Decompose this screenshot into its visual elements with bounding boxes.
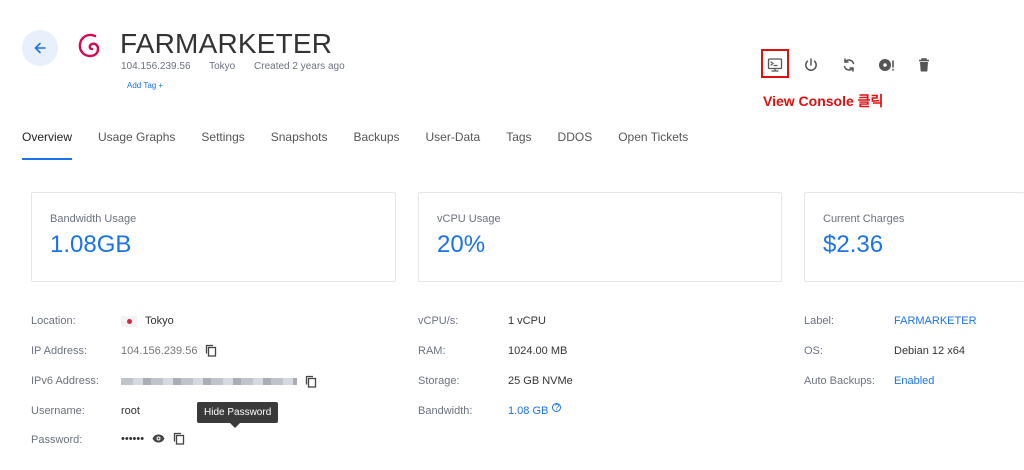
detail-value: 1.08 GB ? (508, 402, 565, 417)
back-arrow-icon (34, 42, 46, 54)
server-title: FARMARKETER (120, 28, 333, 59)
tab-settings[interactable]: Settings (201, 130, 244, 160)
detail-label: Username: (31, 405, 85, 417)
detail-label: IPv6 Address: (31, 375, 99, 387)
os-value: Debian 12 x64 (894, 345, 965, 357)
password-value: •••••• (121, 432, 145, 445)
label-value-link[interactable]: FARMARKETER (894, 315, 977, 327)
tab-overview[interactable]: Overview (22, 130, 73, 160)
power-button[interactable] (798, 52, 824, 78)
reinstall-icon (879, 59, 894, 71)
japan-flag-icon (121, 315, 137, 327)
tab-tags[interactable]: Tags (506, 130, 531, 160)
back-button[interactable] (22, 30, 58, 66)
tab-bar: Overview Usage Graphs Settings Snapshots… (22, 130, 714, 160)
location-value: Tokyo (145, 315, 174, 327)
detail-label: IP Address: (31, 345, 88, 357)
restart-icon (843, 58, 855, 72)
console-highlight-box (761, 49, 789, 78)
auto-backups-link[interactable]: Enabled (894, 375, 934, 387)
current-charges-card: Current Charges $2.36 (804, 192, 1024, 282)
copy-icon (206, 344, 217, 357)
reinstall-button[interactable] (874, 52, 900, 78)
annotation-text: View Console 클릭 (763, 93, 884, 109)
tab-ddos[interactable]: DDOS (558, 130, 593, 160)
vcpus-value: 1 vCPU (508, 315, 546, 327)
destroy-button[interactable] (911, 52, 937, 78)
power-icon (805, 58, 817, 71)
copy-ipv6-button[interactable] (305, 375, 317, 388)
toggle-password-button[interactable] (152, 434, 165, 443)
copy-icon (305, 375, 317, 388)
copy-password-button[interactable] (173, 432, 185, 445)
ip-value: 104.156.239.56 (121, 344, 198, 357)
detail-value (121, 375, 317, 388)
detail-label: Label: (804, 315, 834, 327)
server-ip: 104.156.239.56 (121, 61, 191, 72)
detail-label: Location: (31, 315, 76, 327)
server-created: Created 2 years ago (254, 61, 345, 72)
card-value: 1.08GB (50, 231, 132, 258)
card-label: vCPU Usage (437, 213, 501, 225)
copy-icon (173, 432, 185, 445)
detail-label: Password: (31, 434, 83, 446)
detail-label: Storage: (418, 375, 460, 387)
tab-user-data[interactable]: User-Data (426, 130, 481, 160)
copy-ip-button[interactable] (205, 344, 217, 357)
bandwidth-value[interactable]: 1.08 GB (508, 405, 548, 417)
detail-label: RAM: (418, 345, 446, 357)
eye-icon (152, 434, 165, 443)
ipv6-redacted (121, 378, 297, 385)
debian-logo-icon (78, 33, 100, 58)
detail-value: •••••• (121, 432, 185, 445)
detail-label: Bandwidth: (418, 405, 473, 417)
tab-snapshots[interactable]: Snapshots (271, 130, 328, 160)
detail-label: OS: (804, 345, 823, 357)
server-meta: 104.156.239.56 Tokyo Created 2 years ago (121, 61, 361, 72)
card-value: $2.36 (823, 231, 884, 258)
detail-label: vCPU/s: (418, 315, 459, 327)
ram-value: 1024.00 MB (508, 345, 568, 357)
username-value: root (121, 405, 140, 417)
detail-value: 104.156.239.56 (121, 344, 217, 357)
bandwidth-usage-card: Bandwidth Usage 1.08GB (31, 192, 396, 282)
card-value: 20% (437, 231, 486, 258)
server-location: Tokyo (209, 61, 236, 72)
add-tag-link[interactable]: Add Tag + (127, 81, 163, 90)
restart-button[interactable] (836, 52, 862, 78)
hide-password-tooltip: Hide Password (197, 402, 279, 428)
detail-label: Auto Backups: (804, 375, 875, 387)
trash-icon (919, 58, 929, 72)
help-icon[interactable]: ? (552, 402, 562, 412)
detail-value: Tokyo (121, 315, 174, 327)
tab-backups[interactable]: Backups (353, 130, 399, 160)
tab-usage-graphs[interactable]: Usage Graphs (98, 130, 175, 160)
tab-open-tickets[interactable]: Open Tickets (618, 130, 688, 160)
card-label: Bandwidth Usage (50, 213, 137, 225)
card-label: Current Charges (823, 213, 905, 225)
vcpu-usage-card: vCPU Usage 20% (418, 192, 782, 282)
storage-value: 25 GB NVMe (508, 375, 573, 387)
